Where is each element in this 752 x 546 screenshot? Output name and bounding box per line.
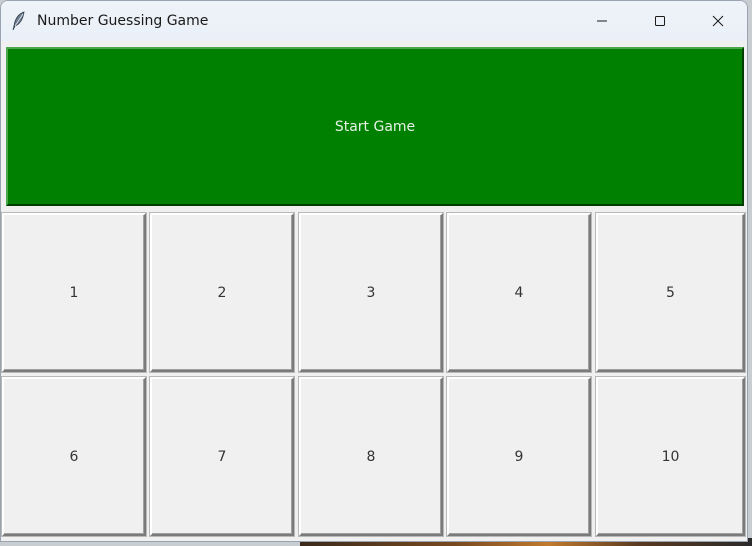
number-button-9[interactable]: 9 bbox=[447, 377, 591, 536]
number-button-8[interactable]: 8 bbox=[299, 377, 443, 536]
number-button-5[interactable]: 5 bbox=[596, 213, 745, 372]
app-window: Number Guessing Game Start Game 1 2 3 4 … bbox=[0, 0, 748, 542]
number-button-7[interactable]: 7 bbox=[150, 377, 294, 536]
number-button-6[interactable]: 6 bbox=[2, 377, 146, 536]
close-button[interactable] bbox=[689, 1, 747, 41]
title-bar[interactable]: Number Guessing Game bbox=[1, 1, 747, 41]
window-title: Number Guessing Game bbox=[37, 13, 209, 29]
minimize-icon bbox=[596, 12, 608, 31]
game-area: Start Game 1 2 3 4 5 6 7 8 9 10 bbox=[1, 46, 747, 541]
feather-icon bbox=[11, 11, 27, 31]
desktop: Number Guessing Game Start Game 1 2 3 4 … bbox=[0, 0, 752, 546]
close-icon bbox=[712, 12, 724, 31]
number-button-1[interactable]: 1 bbox=[2, 213, 146, 372]
number-buttons-grid: 1 2 3 4 5 6 7 8 9 10 bbox=[2, 213, 746, 540]
number-button-4[interactable]: 4 bbox=[447, 213, 591, 372]
window-controls bbox=[573, 1, 747, 41]
number-button-10[interactable]: 10 bbox=[596, 377, 745, 536]
number-button-3[interactable]: 3 bbox=[299, 213, 443, 372]
maximize-icon bbox=[654, 12, 666, 31]
number-button-2[interactable]: 2 bbox=[150, 213, 294, 372]
maximize-button[interactable] bbox=[631, 1, 689, 41]
minimize-button[interactable] bbox=[573, 1, 631, 41]
start-game-button[interactable]: Start Game bbox=[6, 47, 744, 206]
